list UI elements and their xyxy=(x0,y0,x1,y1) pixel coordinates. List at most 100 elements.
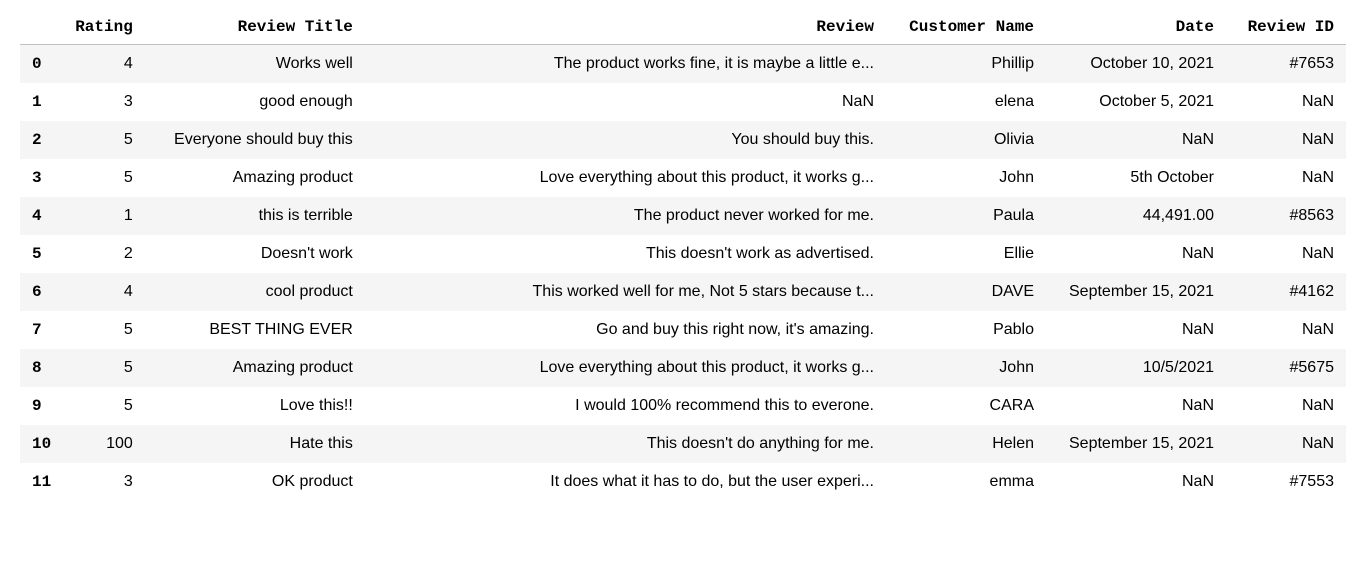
header-rating: Rating xyxy=(63,10,145,45)
cell-index: 5 xyxy=(20,235,63,273)
cell-customer-name: DAVE xyxy=(886,273,1046,311)
table-row: 04Works wellThe product works fine, it i… xyxy=(20,45,1346,84)
cell-customer-name: Phillip xyxy=(886,45,1046,84)
cell-rating: 100 xyxy=(63,425,145,463)
cell-rating: 4 xyxy=(63,45,145,84)
cell-rating: 5 xyxy=(63,159,145,197)
cell-customer-name: Pablo xyxy=(886,311,1046,349)
cell-review: This doesn't do anything for me. xyxy=(365,425,886,463)
cell-index: 1 xyxy=(20,83,63,121)
cell-customer-name: elena xyxy=(886,83,1046,121)
cell-review-title: this is terrible xyxy=(145,197,365,235)
cell-date: 5th October xyxy=(1046,159,1226,197)
cell-index: 10 xyxy=(20,425,63,463)
cell-rating: 3 xyxy=(63,463,145,501)
table-header: Rating Review Title Review Customer Name… xyxy=(20,10,1346,45)
cell-review-title: Love this!! xyxy=(145,387,365,425)
cell-review-id: #8563 xyxy=(1226,197,1346,235)
cell-date: September 15, 2021 xyxy=(1046,425,1226,463)
cell-review-title: good enough xyxy=(145,83,365,121)
table-row: 113OK productIt does what it has to do, … xyxy=(20,463,1346,501)
cell-rating: 3 xyxy=(63,83,145,121)
cell-index: 11 xyxy=(20,463,63,501)
header-review-title: Review Title xyxy=(145,10,365,45)
table-row: 25Everyone should buy thisYou should buy… xyxy=(20,121,1346,159)
header-customer-name: Customer Name xyxy=(886,10,1046,45)
cell-date: 44,491.00 xyxy=(1046,197,1226,235)
cell-review-id: NaN xyxy=(1226,121,1346,159)
cell-customer-name: Helen xyxy=(886,425,1046,463)
cell-review-title: BEST THING EVER xyxy=(145,311,365,349)
header-date: Date xyxy=(1046,10,1226,45)
cell-review-id: #5675 xyxy=(1226,349,1346,387)
cell-date: NaN xyxy=(1046,121,1226,159)
cell-customer-name: John xyxy=(886,159,1046,197)
cell-review-id: #4162 xyxy=(1226,273,1346,311)
cell-rating: 4 xyxy=(63,273,145,311)
cell-index: 9 xyxy=(20,387,63,425)
cell-review: You should buy this. xyxy=(365,121,886,159)
cell-review-title: Doesn't work xyxy=(145,235,365,273)
cell-index: 2 xyxy=(20,121,63,159)
cell-customer-name: emma xyxy=(886,463,1046,501)
cell-date: NaN xyxy=(1046,463,1226,501)
dataframe-table: Rating Review Title Review Customer Name… xyxy=(20,10,1346,501)
cell-rating: 5 xyxy=(63,311,145,349)
cell-review: This worked well for me, Not 5 stars bec… xyxy=(365,273,886,311)
table-row: 35Amazing productLove everything about t… xyxy=(20,159,1346,197)
cell-index: 0 xyxy=(20,45,63,84)
cell-review-title: cool product xyxy=(145,273,365,311)
cell-review-id: #7653 xyxy=(1226,45,1346,84)
cell-review-id: NaN xyxy=(1226,83,1346,121)
cell-date: NaN xyxy=(1046,235,1226,273)
cell-customer-name: Ellie xyxy=(886,235,1046,273)
header-review: Review xyxy=(365,10,886,45)
cell-rating: 1 xyxy=(63,197,145,235)
cell-customer-name: CARA xyxy=(886,387,1046,425)
cell-index: 8 xyxy=(20,349,63,387)
cell-rating: 5 xyxy=(63,387,145,425)
table-row: 10100Hate thisThis doesn't do anything f… xyxy=(20,425,1346,463)
table-row: 85Amazing productLove everything about t… xyxy=(20,349,1346,387)
cell-date: October 5, 2021 xyxy=(1046,83,1226,121)
cell-review: The product never worked for me. xyxy=(365,197,886,235)
table-row: 52Doesn't workThis doesn't work as adver… xyxy=(20,235,1346,273)
cell-review: Love everything about this product, it w… xyxy=(365,159,886,197)
cell-customer-name: Paula xyxy=(886,197,1046,235)
cell-review: Go and buy this right now, it's amazing. xyxy=(365,311,886,349)
table-row: 64cool productThis worked well for me, N… xyxy=(20,273,1346,311)
cell-review-id: NaN xyxy=(1226,425,1346,463)
cell-review-title: Amazing product xyxy=(145,349,365,387)
cell-review-id: NaN xyxy=(1226,235,1346,273)
cell-index: 3 xyxy=(20,159,63,197)
cell-rating: 2 xyxy=(63,235,145,273)
header-review-id: Review ID xyxy=(1226,10,1346,45)
cell-customer-name: John xyxy=(886,349,1046,387)
cell-review: This doesn't work as advertised. xyxy=(365,235,886,273)
table-row: 41this is terribleThe product never work… xyxy=(20,197,1346,235)
cell-review-id: #7553 xyxy=(1226,463,1346,501)
cell-date: NaN xyxy=(1046,311,1226,349)
cell-review-id: NaN xyxy=(1226,159,1346,197)
cell-review-id: NaN xyxy=(1226,311,1346,349)
cell-index: 7 xyxy=(20,311,63,349)
cell-review: I would 100% recommend this to everone. xyxy=(365,387,886,425)
cell-date: September 15, 2021 xyxy=(1046,273,1226,311)
cell-review: NaN xyxy=(365,83,886,121)
cell-review-title: Everyone should buy this xyxy=(145,121,365,159)
cell-rating: 5 xyxy=(63,349,145,387)
cell-review-title: Works well xyxy=(145,45,365,84)
cell-review: Love everything about this product, it w… xyxy=(365,349,886,387)
cell-rating: 5 xyxy=(63,121,145,159)
cell-review-title: Hate this xyxy=(145,425,365,463)
cell-index: 4 xyxy=(20,197,63,235)
cell-review-id: NaN xyxy=(1226,387,1346,425)
cell-review-title: Amazing product xyxy=(145,159,365,197)
cell-review-title: OK product xyxy=(145,463,365,501)
cell-date: NaN xyxy=(1046,387,1226,425)
table-row: 75BEST THING EVERGo and buy this right n… xyxy=(20,311,1346,349)
table-row: 13good enoughNaNelenaOctober 5, 2021NaN xyxy=(20,83,1346,121)
cell-index: 6 xyxy=(20,273,63,311)
cell-review: It does what it has to do, but the user … xyxy=(365,463,886,501)
header-index xyxy=(20,10,63,45)
